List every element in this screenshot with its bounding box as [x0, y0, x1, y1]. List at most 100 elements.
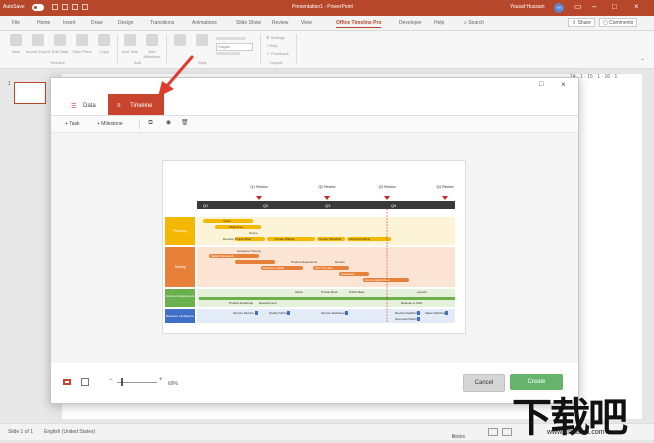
maximize-icon[interactable]: □	[612, 2, 617, 11]
undo-icon[interactable]	[62, 4, 68, 10]
edit-data-icon[interactable]	[54, 34, 66, 46]
tab-insert[interactable]: Insert	[63, 20, 76, 26]
milestone-marker	[324, 196, 330, 200]
task-scope-label: Scope	[249, 231, 258, 235]
milestone-q3[interactable]: Q3 Review	[378, 185, 396, 200]
tab-transitions[interactable]: Transitions	[150, 20, 174, 26]
tab-file[interactable]: File	[12, 20, 20, 26]
maximize-dialog-icon[interactable]: □	[539, 81, 543, 88]
lane-dev-header	[165, 289, 195, 307]
timeline-canvas[interactable]: Q1 Review Q2 Review Q3 Review Q4 Review	[51, 133, 578, 363]
share-button[interactable]: ⇪ Share	[568, 18, 595, 27]
feedback-item[interactable]: ☺ Feedback	[266, 51, 289, 56]
slide-thumbnail-pane: 1	[0, 69, 50, 423]
close-icon[interactable]: ×	[634, 2, 639, 11]
avatar[interactable]: YH	[554, 3, 564, 13]
timeline-icon: ≡	[117, 103, 121, 109]
present-icon[interactable]	[82, 4, 88, 10]
copy-icon[interactable]	[98, 34, 110, 46]
ribbon-tab-bar: File Home Insert Draw Design Transitions…	[0, 16, 654, 31]
tab-view[interactable]: View	[301, 20, 312, 26]
cancel-button[interactable]: Cancel	[463, 374, 505, 392]
copy-style-icon[interactable]: ⧉	[147, 120, 154, 127]
tab-design[interactable]: Design	[118, 20, 134, 26]
zoom-in-icon[interactable]: +	[159, 377, 163, 383]
task-experience-label: Product Experience	[291, 260, 318, 264]
dev-public-beta-label: Public Beta	[349, 290, 365, 294]
watermark: 下载吧 www.xiazaiba.com	[512, 385, 654, 441]
ribbon-new-label: New	[11, 49, 20, 54]
tab-developer[interactable]: Developer	[399, 20, 422, 26]
group-layout-label: Layout	[270, 60, 283, 65]
fit-to-page-icon[interactable]	[63, 379, 71, 385]
style-dropdown[interactable]: Gagas	[216, 43, 253, 51]
dev-development-label: Development	[259, 301, 277, 305]
dev-track	[199, 297, 455, 300]
tab-review[interactable]: Review	[272, 20, 288, 26]
timeline-preview[interactable]: Q1 Review Q2 Review Q3 Review Q4 Review	[162, 160, 466, 334]
eye-icon[interactable]: ◉	[165, 120, 172, 127]
zoom-out-icon[interactable]: −	[109, 377, 113, 383]
style-pane-icon[interactable]	[76, 34, 88, 46]
ribbon-style-label: Style Pane	[72, 49, 92, 54]
new-timeline-icon[interactable]	[10, 34, 22, 46]
delete-icon[interactable]: 🗑	[181, 120, 189, 127]
tab-search[interactable]: ⌕ Search	[464, 20, 484, 26]
language[interactable]: English (United States)	[44, 429, 95, 435]
lane-testing-label: Testing	[174, 265, 185, 269]
task-test-label: Test Timeline	[315, 266, 333, 270]
task-schedule-label: Create Schedule	[319, 237, 342, 241]
lane-planning-label: Planning	[173, 229, 187, 233]
import-export-icon[interactable]	[32, 34, 44, 46]
collapse-ribbon-icon[interactable]: ⌃	[640, 58, 645, 65]
dev-private-beta-label: Private Beta	[321, 290, 338, 294]
add-milestone-icon[interactable]	[146, 34, 158, 46]
slide-thumbnail[interactable]	[14, 82, 46, 104]
task-review-label: Review	[335, 260, 346, 264]
zoom-slider-handle[interactable]	[121, 378, 123, 386]
add-milestone-button[interactable]: + Milestone	[97, 121, 123, 127]
milestone-q4[interactable]: Q4 Review	[436, 185, 454, 200]
task-funding-label: Secure Funding	[349, 237, 371, 241]
settings-item[interactable]: ⚙ Settings	[266, 35, 285, 40]
lane-dev-label: Service Development	[166, 294, 195, 298]
milestone-marker	[256, 196, 262, 200]
dev-release-label: Release to Web	[401, 301, 423, 305]
tab-slide-show[interactable]: Slide Show	[236, 20, 261, 26]
tab-office-timeline-pro[interactable]: Office Timeline Pro	[336, 20, 382, 28]
ribbon-edit-label: Edit Data	[51, 49, 69, 54]
tab-data[interactable]: ☰ Data	[63, 96, 110, 115]
tab-home[interactable]: Home	[37, 20, 50, 26]
quarter-q1: Q1	[203, 203, 209, 208]
comments-button[interactable]: ▢ Comments	[599, 18, 638, 27]
slide-sorter-icon[interactable]	[502, 428, 512, 436]
layout-icon[interactable]	[196, 34, 208, 46]
help-item[interactable]: ? Help	[266, 43, 278, 48]
zoom-slider[interactable]	[117, 382, 157, 383]
add-task-icon[interactable]	[124, 34, 136, 46]
tab-help[interactable]: Help	[434, 20, 444, 26]
style-icon[interactable]	[174, 34, 186, 46]
milestone-q1[interactable]: Q1 Review	[250, 185, 268, 200]
lane-bi-label: Business Intelligence	[166, 314, 195, 318]
settings-label: Settings	[270, 35, 286, 40]
actual-size-icon[interactable]	[81, 378, 89, 386]
redo-icon[interactable]	[72, 4, 78, 10]
style-option-line	[216, 52, 240, 55]
ribbon-display-icon[interactable]: ▭	[574, 2, 582, 11]
data-icon: ☰	[71, 104, 77, 110]
dev-roadmap-label: Product Roadmap	[229, 301, 254, 305]
save-icon[interactable]	[52, 4, 58, 10]
dialog-tab-bar: □ × ☰ Data ≡ Timeline	[51, 78, 578, 116]
bi-marker	[345, 311, 348, 315]
close-dialog-icon[interactable]: ×	[561, 80, 566, 89]
autosave-toggle[interactable]	[32, 4, 44, 11]
milestone-q2[interactable]: Q2 Review	[318, 185, 336, 200]
tab-animations[interactable]: Animations	[192, 20, 217, 26]
minimize-icon[interactable]: –	[592, 2, 596, 11]
add-task-button[interactable]: + Task	[65, 121, 80, 127]
tab-draw[interactable]: Draw	[91, 20, 103, 26]
normal-view-icon[interactable]	[488, 428, 498, 436]
task-objectives-label: Objectives	[229, 225, 244, 229]
task-brief-label: Develop Project Brief	[223, 237, 251, 241]
